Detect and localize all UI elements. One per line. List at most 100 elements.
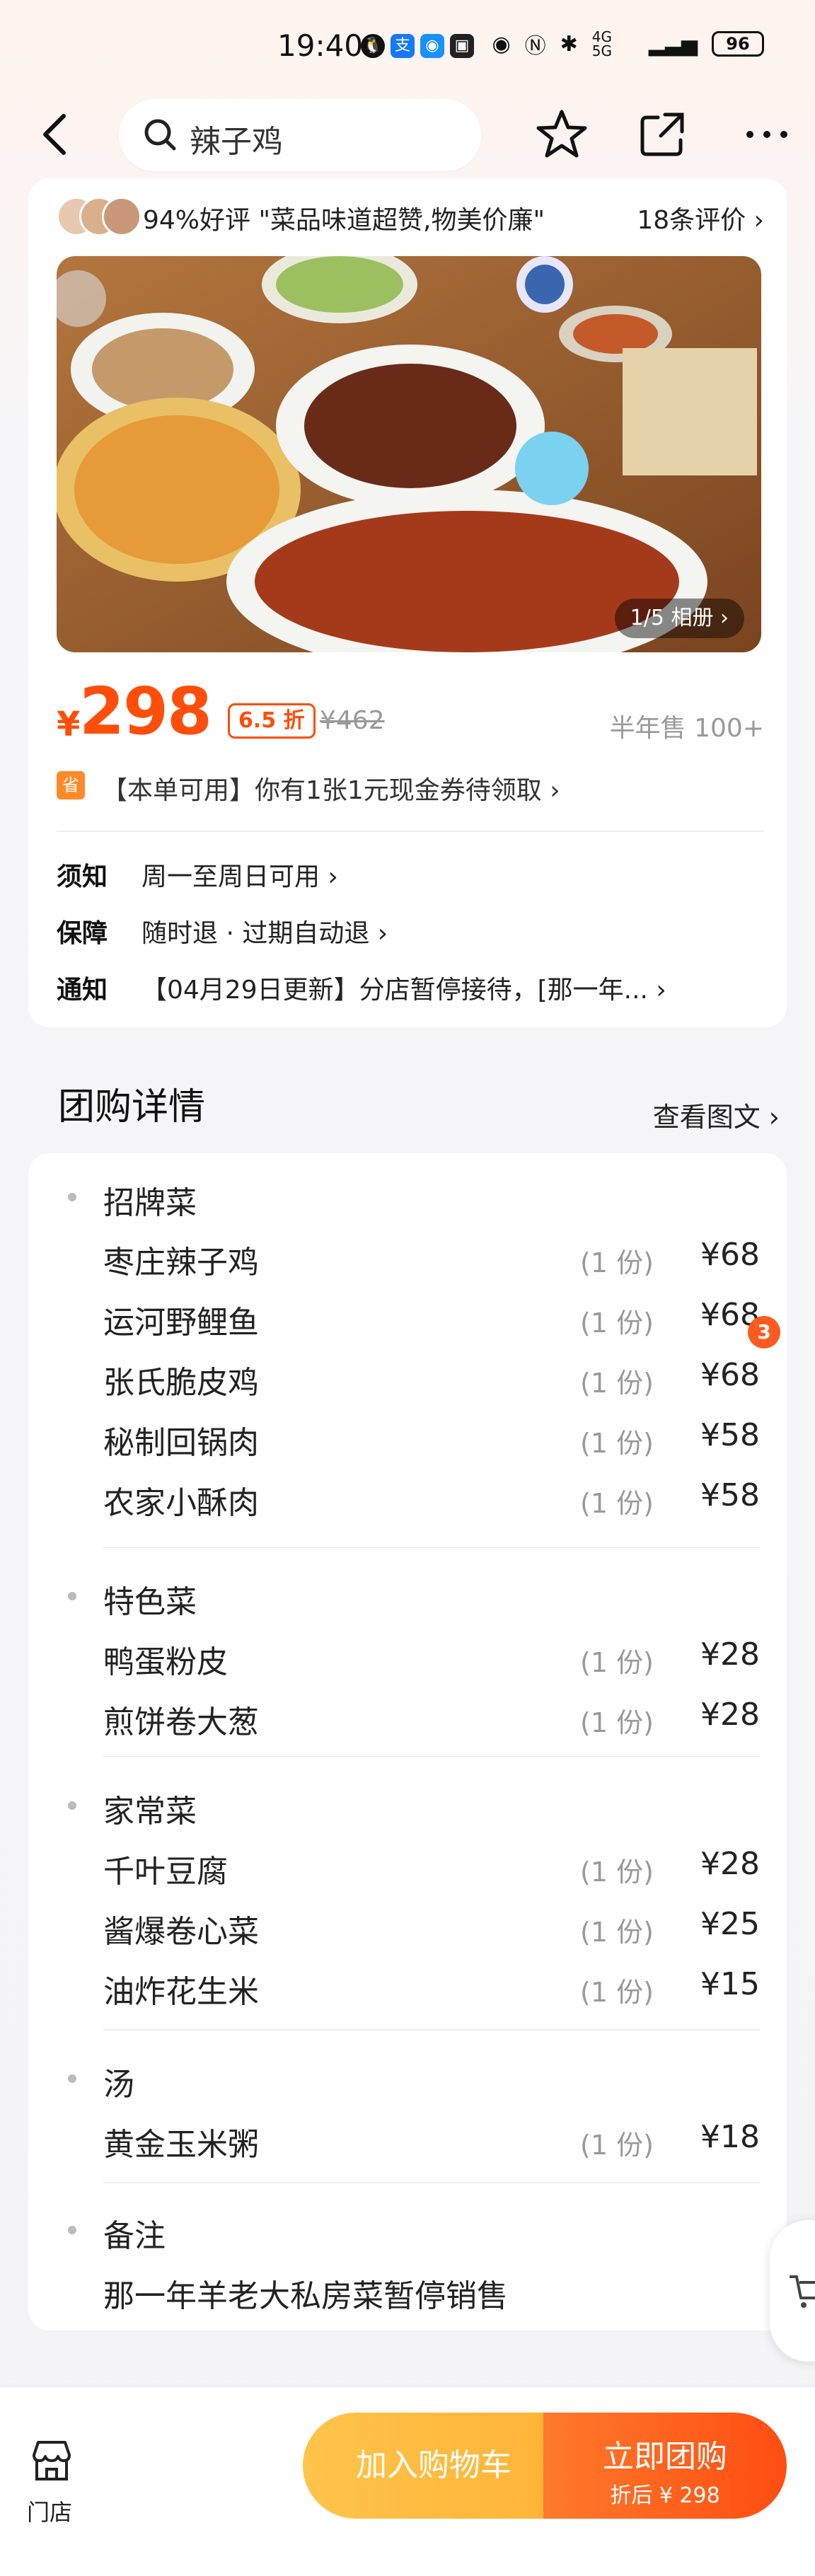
info-row-announcement[interactable]: 通知 【04月29日更新】分店暂停接待，[那一年... › [57,969,764,1009]
item-qty: (1 份) [580,1428,654,1459]
item-price: ¥28 [700,1636,760,1673]
divider [103,2029,760,2031]
star-icon [536,110,587,158]
divider [57,831,764,832]
item-name: 酱爆卷心菜 [103,1914,259,1950]
buy-now-price: 折后 ¥ 298 [610,2483,720,2508]
battery-icon: 96 [712,31,764,57]
original-price: ¥462 [320,706,385,735]
item-name: 鸭蛋粉皮 [103,1644,228,1680]
signal-bars-icon: ▂▃▅ [648,31,698,57]
divider [103,1547,760,1548]
bullet-icon [68,2074,76,2083]
item-name: 运河野鲤鱼 [103,1305,259,1341]
category-name: 招牌菜 [103,1185,197,1221]
info-row-notice[interactable]: 须知 周一至周日可用 › [57,856,764,896]
info-row-guarantee[interactable]: 保障 随时退 · 过期自动退 › [57,913,764,952]
bullet-icon [68,1193,76,1201]
nfc-icon: Ⓝ [524,34,546,59]
avatar [102,197,141,236]
item-name: 枣庄辣子鸡 [103,1244,259,1281]
detail-card: 招牌菜 枣庄辣子鸡 (1 份) ¥68 运河野鲤鱼 (1 份) ¥68 张氏脆皮… [28,1153,787,2330]
item-price: ¥68 [700,1357,760,1393]
item-qty: (1 份) [580,1707,654,1738]
price-symbol: ¥ [57,705,81,744]
item-qty: (1 份) [580,2130,654,2161]
coupon-row[interactable]: 省 【本单可用】你有1张1元现金券待领取 › [57,766,764,808]
item-price: ¥25 [700,1906,760,1942]
buy-now-button[interactable]: 立即团购 折后 ¥ 298 [543,2413,787,2519]
signal-icon: 4G 5G [591,28,613,59]
item-qty: (1 份) [580,1917,654,1948]
bottom-bar: 门店 加入购物车 立即团购 折后 ¥ 298 [0,2387,815,2576]
item-price: ¥18 [700,2119,760,2155]
item-name: 千叶豆腐 [103,1854,228,1890]
add-to-cart-button[interactable]: 加入购物车 [303,2413,565,2519]
price-value: 298 [79,674,212,749]
status-bar: 19:40 🐧 支 ◉ ▣ ◉ Ⓝ ✱ 4G 5G ▂▃▅ 96 [0,0,815,92]
category-name: 特色菜 [103,1584,197,1620]
more-icon [746,131,787,138]
chevron-left-icon [43,114,66,155]
status-time: 19:40 [277,28,364,63]
item-name: 煎饼卷大葱 [103,1704,259,1740]
note-text: 那一年羊老大私房菜暂停销售 [103,2278,508,2314]
item-qty: (1 份) [580,1307,654,1339]
category-name: 汤 [103,2067,134,2103]
notification-badge[interactable]: 3 [748,1316,780,1348]
info-label: 须知 [57,862,108,891]
eye-icon: ◉ [492,31,511,57]
coupon-text: 【本单可用】你有1张1元现金券待领取 › [102,776,560,805]
info-value: 【04月29日更新】分店暂停接待，[那一年... › [141,976,666,1005]
app-icon: ◉ [420,34,444,58]
food-image [57,256,761,652]
item-qty: (1 份) [580,1368,654,1399]
item-price: ¥28 [700,1697,760,1733]
category-name: 家常菜 [103,1794,197,1830]
share-icon [640,112,684,156]
photo-counter[interactable]: 1/5 相册 › [614,599,744,638]
discount-badge: 6.5 折 [228,703,316,739]
item-price: ¥15 [700,1966,760,2002]
info-value: 周一至周日可用 › [141,862,338,891]
buy-now-label: 立即团购 [603,2439,727,2475]
divider [103,2182,760,2183]
item-name: 黄金玉米粥 [103,2127,259,2163]
review-summary: 94%好评 "菜品味道超赞,物美价廉" [143,206,545,235]
item-qty: (1 份) [580,1856,654,1888]
store-button[interactable]: 门店 [20,2437,83,2526]
back-button[interactable] [35,106,78,163]
sold-count: 半年售 100+ [609,714,764,743]
item-price: ¥68 [700,1237,760,1273]
alipay-icon: 支 [391,34,415,58]
search-input[interactable]: 辣子鸡 [119,99,481,171]
food-photo[interactable]: 1/5 相册 › [57,256,761,652]
info-value: 随时退 · 过期自动退 › [141,919,388,948]
bullet-icon [68,2226,76,2234]
divider [103,1756,760,1757]
store-label: 门店 [27,2499,73,2526]
item-name: 秘制回锅肉 [103,1425,259,1461]
search-icon [144,119,176,151]
item-qty: (1 份) [580,1977,654,2008]
share-button[interactable] [637,108,690,161]
search-text: 辣子鸡 [190,124,283,160]
view-detail-link[interactable]: 查看图文 › [653,1095,780,1134]
review-row[interactable]: 94%好评 "菜品味道超赞,物美价廉" 18条评价 › [57,192,764,236]
more-button[interactable] [740,108,794,161]
item-price: ¥28 [700,1846,760,1882]
item-price: ¥58 [700,1477,760,1513]
item-qty: (1 份) [580,1647,654,1678]
deal-card: 94%好评 "菜品味道超赞,物美价廉" 18条评价 › 1/5 相册 › ¥ 2 [28,178,787,1027]
reviewer-avatars [57,197,141,236]
price-row: ¥ 298 6.5 折 ¥462 半年售 100+ [57,674,764,751]
item-qty: (1 份) [580,1247,654,1278]
coupon-tag: 省 [57,771,85,799]
bullet-icon [68,1592,76,1600]
favorite-button[interactable] [535,108,589,161]
review-count-link[interactable]: 18条评价 › [637,200,764,236]
item-qty: (1 份) [580,1488,654,1519]
info-label: 通知 [57,976,108,1005]
item-name: 张氏脆皮鸡 [103,1365,259,1401]
floating-cart-button[interactable] [770,2220,815,2362]
